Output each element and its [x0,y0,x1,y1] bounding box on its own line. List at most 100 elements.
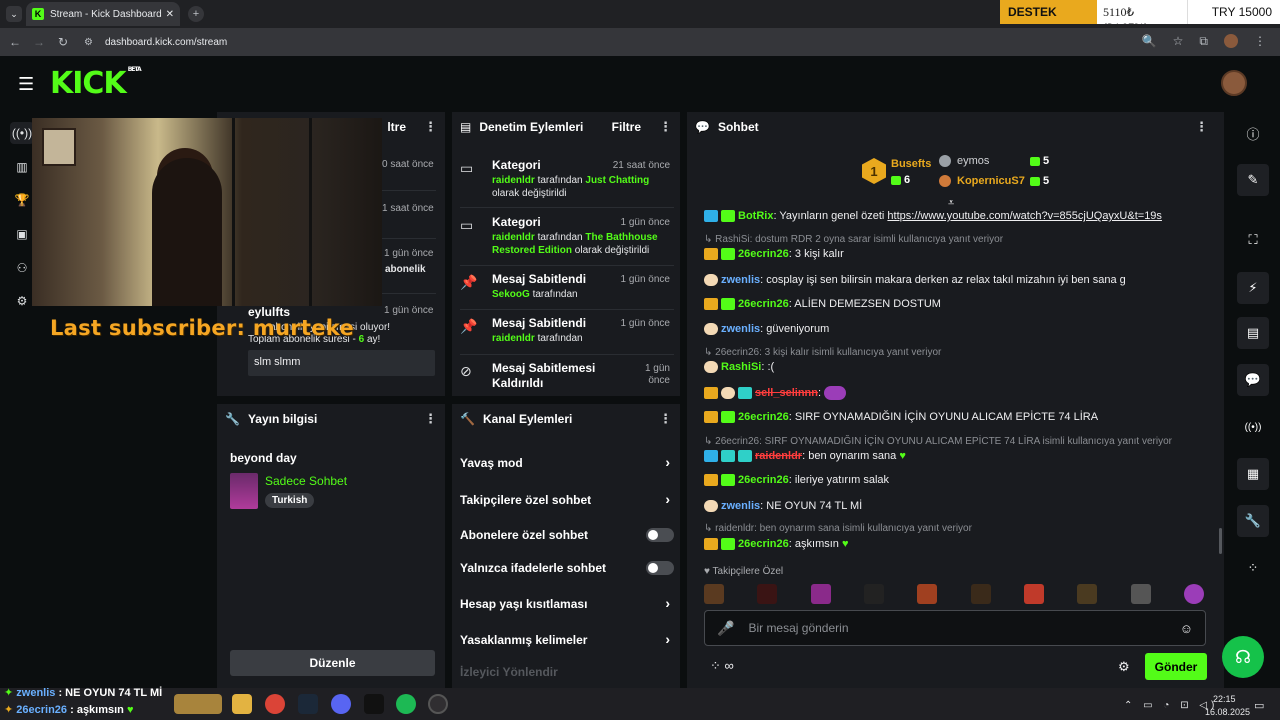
site-info-icon[interactable]: ⚙ [84,37,93,48]
video-layout-icon[interactable]: ▦ [1237,458,1269,490]
settings-icon[interactable]: ⚙ [10,290,34,312]
edit-button[interactable]: Düzenle [230,650,435,676]
host-row[interactable]: İzleyici Yönlendir [460,665,676,679]
broadcast-icon[interactable]: ((•)) [1237,411,1269,443]
filter-button[interactable]: Filtre [612,120,641,134]
chrome-icon[interactable] [265,694,285,714]
last-subscriber-overlay: Last subscriber: murteke [50,316,355,340]
followers-only-row[interactable]: Takipçilere özel sohbet › [460,491,676,507]
forward-arrow-icon[interactable]: → [30,35,48,49]
tab-search-icon[interactable]: ⌄ [6,6,22,22]
moderation-menu-icon[interactable]: ⋮ [659,119,672,135]
spotify-icon[interactable] [396,694,416,714]
chat-username[interactable]: zwenlis [721,323,760,335]
url-text[interactable]: dashboard.kick.com/stream [105,37,227,48]
follower-avatar[interactable] [1023,584,1044,604]
chat-input-box[interactable]: 🎤 Bir mesaj gönderin ☺ [704,610,1206,646]
events-menu-icon[interactable]: ⋮ [424,119,437,135]
steam-icon[interactable] [298,694,318,714]
kick-logo[interactable]: KICK BETA [50,66,142,101]
obs-icon[interactable] [428,694,448,714]
follower-avatar[interactable] [704,584,724,604]
event-time: 1 saat önce [382,203,434,214]
follower-avatar[interactable] [1183,584,1204,604]
collapse-chevron-icon[interactable]: ⩡ [948,197,954,210]
trophy-icon[interactable]: 🏆 [10,189,34,211]
back-arrow-icon[interactable]: ← [6,35,24,49]
file-explorer-icon[interactable] [232,694,252,714]
chat-tools-icon[interactable]: ⁘ ∞ [710,658,734,674]
microphone-icon[interactable]: 🎤 [717,620,734,637]
bookmark-star-icon[interactable]: ☆ [1173,34,1184,49]
leader-name[interactable]: Busefts [891,158,931,170]
app-icon[interactable] [364,694,384,714]
chat-menu-icon[interactable]: ⋮ [1195,119,1208,135]
account-age-row[interactable]: Hesap yaşı kısıtlaması › [460,595,676,611]
leader-name[interactable]: eymos [957,155,989,167]
category-link[interactable]: Sadece Sohbet [265,474,347,488]
chat-username[interactable]: 26ecrin26 [738,538,789,550]
emoji-icon[interactable]: ☺ [1180,621,1193,636]
events-filter-label[interactable]: ltre [387,120,406,134]
channel-actions-menu-icon[interactable]: ⋮ [659,411,672,427]
chat-username[interactable]: 26ecrin26 [738,248,789,260]
subscribers-only-toggle[interactable] [646,528,674,542]
scan-icon[interactable]: ⛶ [1237,224,1269,256]
chat-link[interactable]: https://www.youtube.com/watch?v=855cjUQa… [887,210,1162,222]
camera-icon[interactable]: ▣ [10,223,34,245]
slow-mode-row[interactable]: Yavaş mod › [460,454,676,470]
support-headset-button[interactable]: ☊ [1222,636,1264,678]
chat-icon[interactable]: 💬 [1237,364,1269,396]
mod-user[interactable]: SekooG [492,289,530,300]
close-tab-icon[interactable]: ✕ [166,9,174,20]
follower-avatar[interactable] [863,584,884,604]
chat-username[interactable]: RashiSi [721,361,761,373]
hamburger-menu-icon[interactable]: ☰ [18,74,34,95]
chat-username[interactable]: 26ecrin26 [738,474,789,486]
chat-settings-icon[interactable]: ⚙ [1118,659,1130,675]
new-tab-icon[interactable]: + [188,6,204,22]
chat-username[interactable]: raidenldr [755,450,802,462]
wrench-tool-icon[interactable]: 🔧 [1237,505,1269,537]
edit-pencil-icon[interactable]: ✎ [1237,164,1269,196]
follower-avatar[interactable] [917,584,938,604]
discord-icon[interactable] [331,694,351,714]
stream-icon[interactable]: ((•)) [10,122,34,144]
banned-words-row[interactable]: Yasaklanmış kelimeler › [460,631,676,647]
taskbar-widget-icon[interactable] [174,694,222,714]
browser-profile-icon[interactable] [1224,34,1238,48]
follower-avatar[interactable] [970,584,991,604]
stats-icon[interactable]: ▥ [10,156,34,178]
chat-username[interactable]: sell_selinnn [755,387,818,399]
info-icon[interactable]: ⓘ [1237,117,1269,149]
mod-user[interactable]: raidenldr [492,175,535,186]
leader-name[interactable]: KopernicuS7 [957,175,1025,187]
community-dots-icon[interactable]: ⁘ [1237,552,1269,584]
emotes-only-toggle[interactable] [646,561,674,575]
reload-icon[interactable]: ↻ [54,35,72,49]
send-button[interactable]: Gönder [1145,653,1207,680]
chat-username[interactable]: 26ecrin26 [738,298,789,310]
notes-icon[interactable]: ▤ [1237,317,1269,349]
notification-icon[interactable]: ▭ [1254,699,1264,712]
chat-scrollbar[interactable] [1219,528,1222,554]
chat-username[interactable]: 26ecrin26 [738,411,789,423]
mod-user[interactable]: raidenldr [492,333,535,344]
follower-avatar[interactable] [757,584,778,604]
lightning-icon[interactable]: ⚡ [1237,272,1269,304]
mod-user[interactable]: raidenldr [492,232,535,243]
zoom-icon[interactable]: 🔍 [1142,34,1157,49]
browser-tab[interactable]: K Stream - Kick Dashboard ✕ [26,2,180,26]
chat-username[interactable]: BotRix [738,210,773,222]
follower-avatar[interactable] [1130,584,1151,604]
category-thumbnail[interactable] [230,473,258,509]
community-icon[interactable]: ⚇ [10,257,34,279]
extensions-icon[interactable]: ⧉ [1199,34,1208,49]
browser-menu-icon[interactable]: ⋮ [1254,34,1266,49]
avatar[interactable] [1221,70,1247,96]
stream-info-menu-icon[interactable]: ⋮ [424,411,437,427]
follower-avatar[interactable] [810,584,831,604]
follower-avatar[interactable] [1077,584,1098,604]
chat-username[interactable]: zwenlis [721,274,760,286]
chat-username[interactable]: zwenlis [721,500,760,512]
